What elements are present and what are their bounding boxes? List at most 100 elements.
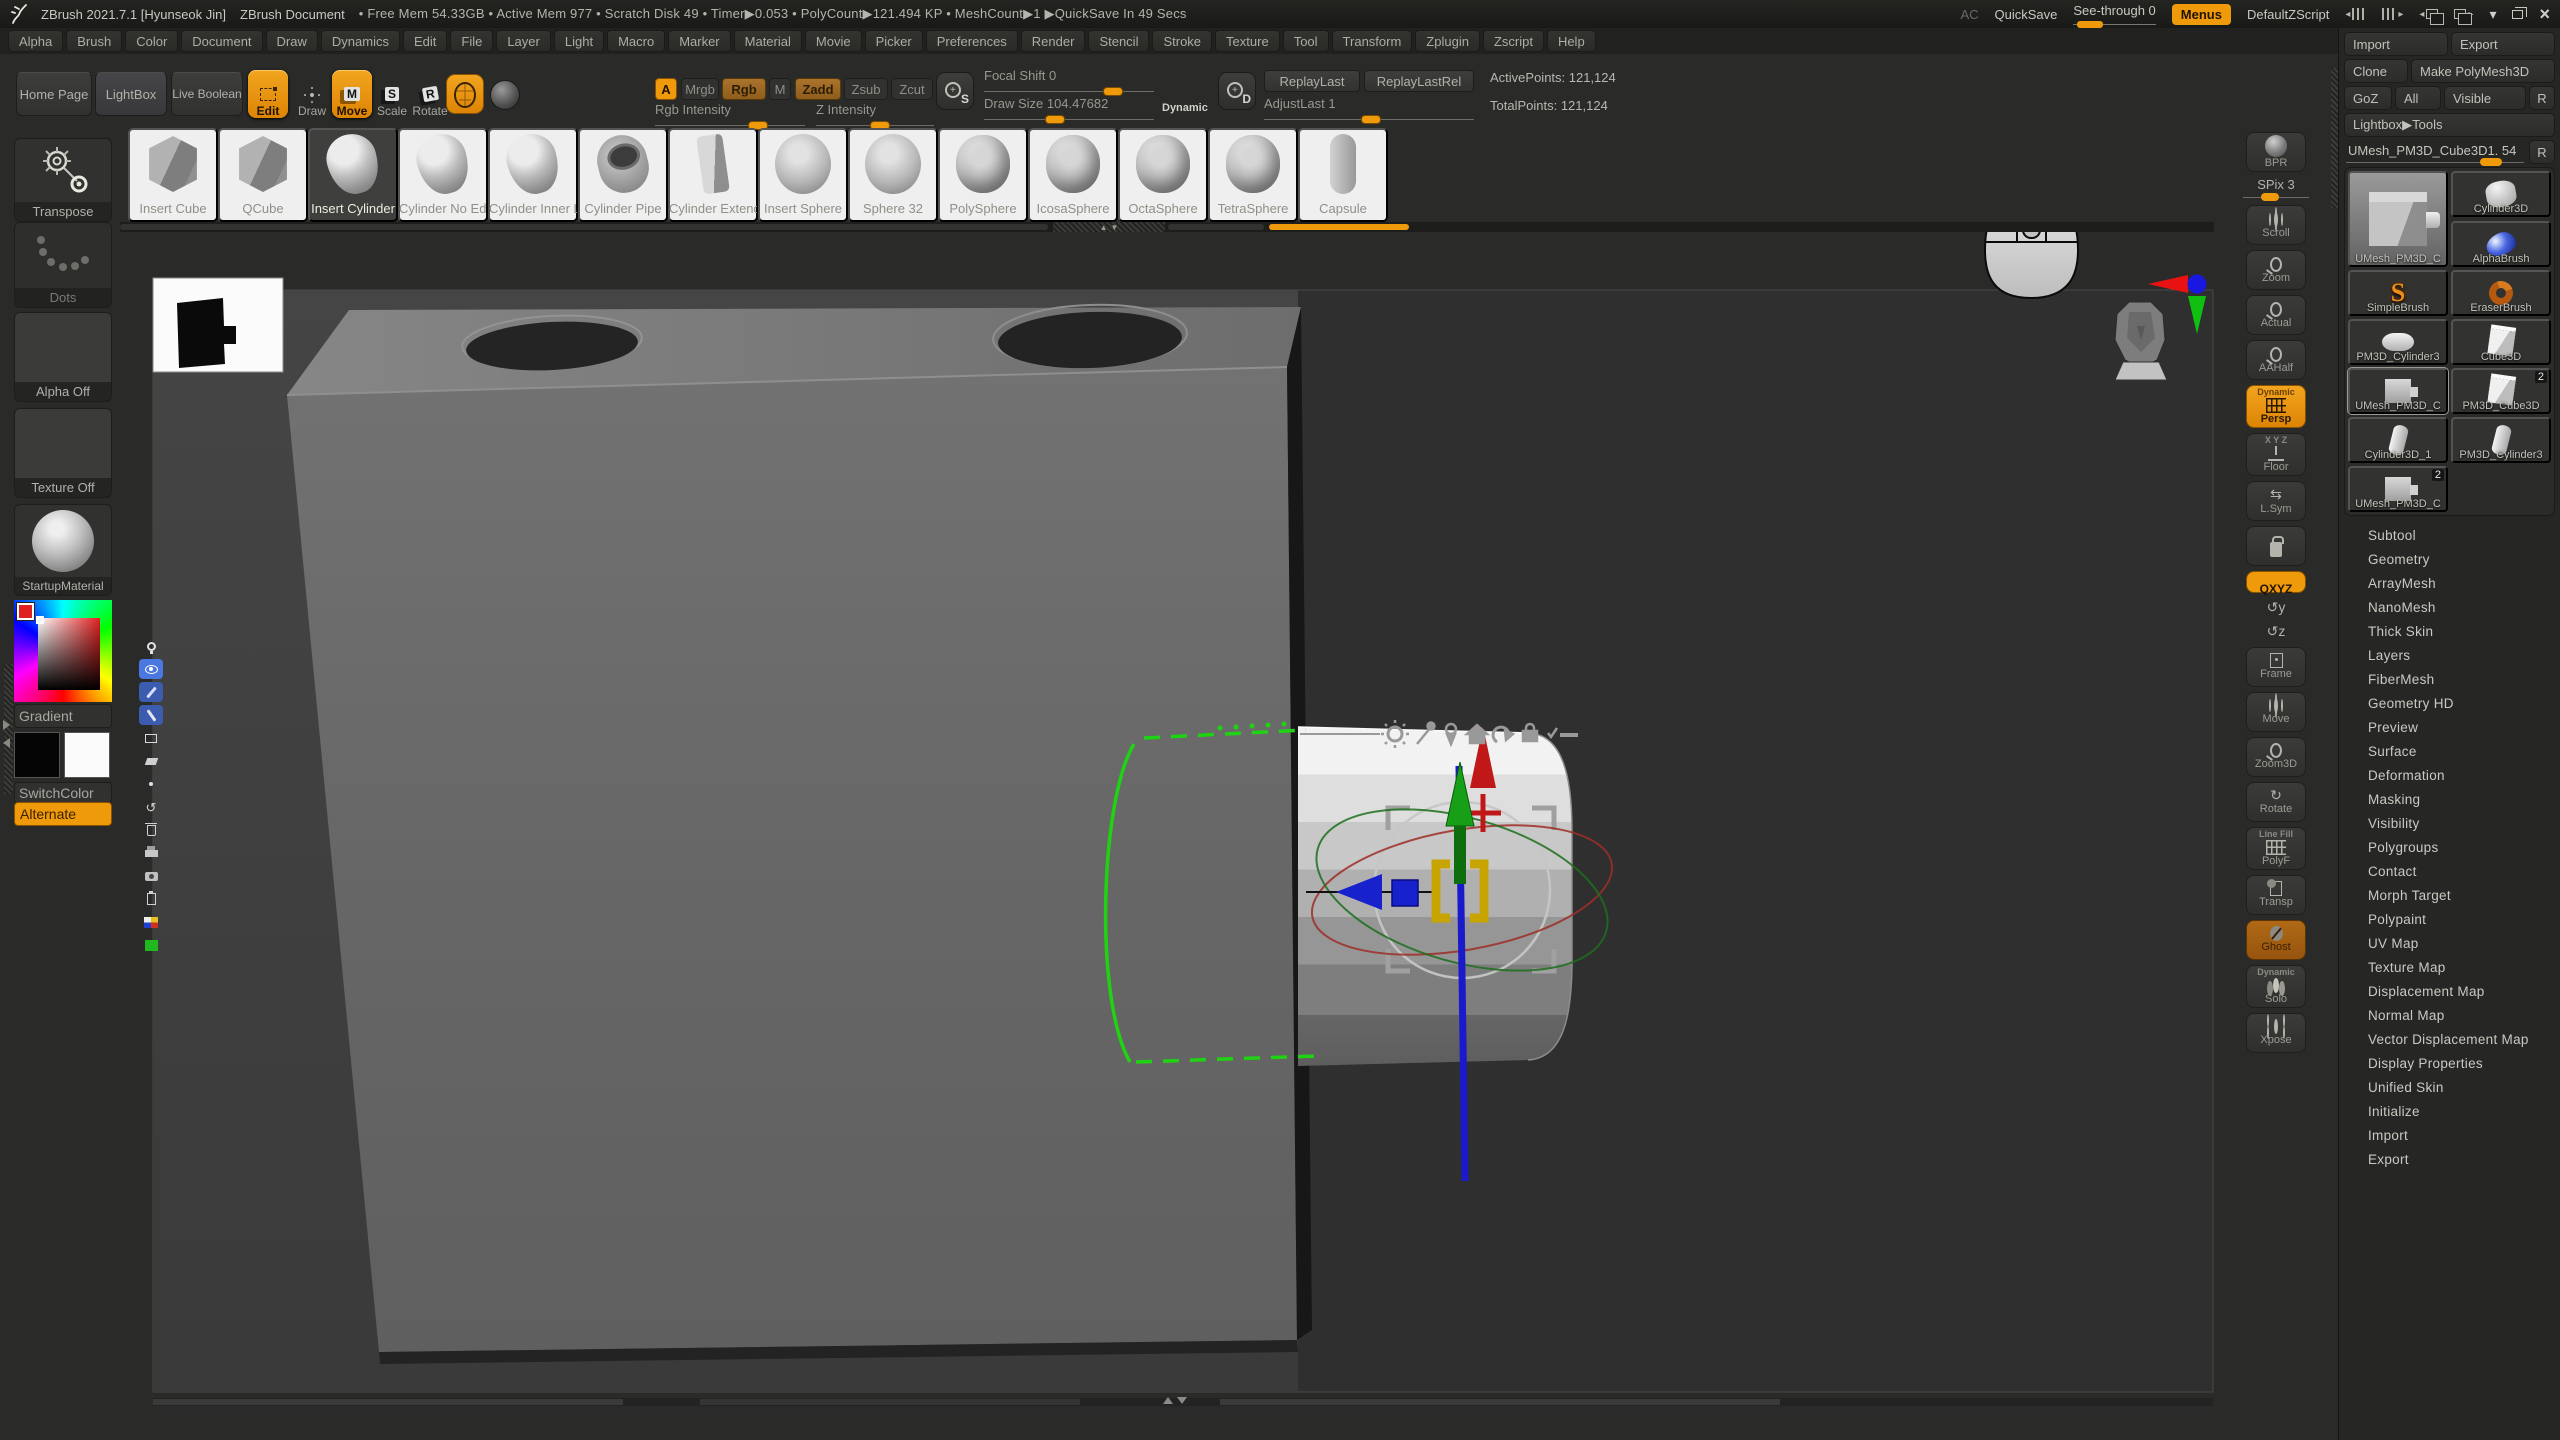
see-through-slider[interactable]: See-through 0	[2073, 3, 2155, 25]
lightbox-button[interactable]: LightBox	[95, 72, 167, 116]
strip-scroll-handle[interactable]: ▲▼	[1053, 222, 1165, 232]
mrgb-button[interactable]: Mrgb	[681, 78, 719, 100]
next-layout-icon[interactable]: ▸	[2454, 9, 2473, 20]
secondary-color-swatch[interactable]	[64, 732, 110, 778]
dynamic-label[interactable]: Dynamic	[1162, 102, 1208, 114]
brush-tile[interactable]: Sphere 32	[848, 128, 938, 222]
brush-tile[interactable]: Insert Cube	[128, 128, 218, 222]
right-rail-button[interactable]: Dynamic Persp	[2246, 385, 2306, 428]
zadd-button[interactable]: Zadd	[795, 78, 841, 100]
tool-menu-item[interactable]: Export	[2344, 1148, 2555, 1172]
menu-item[interactable]: Movie	[805, 30, 862, 52]
eraser-icon[interactable]	[139, 751, 163, 771]
tool-thumbnail[interactable]: PM3D_Cube3D 2	[2451, 368, 2551, 414]
menu-item[interactable]: Layer	[496, 30, 551, 52]
menu-item[interactable]: Draw	[266, 30, 318, 52]
brush-tile[interactable]: Capsule	[1298, 128, 1388, 222]
close-button[interactable]: ×	[2539, 5, 2550, 23]
tool-thumbnail[interactable]: PM3D_Cylinder3	[2451, 417, 2551, 463]
switch-color-button[interactable]: SwitchColor	[14, 782, 112, 804]
lightbulb-icon[interactable]	[139, 636, 163, 656]
tool-menu-item[interactable]: Texture Map	[2344, 956, 2555, 980]
right-rail-button[interactable]: Xpose	[2246, 1013, 2306, 1053]
tool-menu-item[interactable]: Import	[2344, 1124, 2555, 1148]
right-rail-button[interactable]: Move	[2246, 692, 2306, 732]
tool-menu-item[interactable]: Contact	[2344, 860, 2555, 884]
rotate-mode-button[interactable]: R Rotate	[410, 70, 450, 118]
brush-tile[interactable]: Cylinder No Edg	[398, 128, 488, 222]
tool-import-button[interactable]: Import	[2344, 32, 2448, 56]
adjust-last-slider[interactable]: AdjustLast 1	[1264, 96, 1474, 122]
tool-menu-item[interactable]: Initialize	[2344, 1100, 2555, 1124]
zsub-button[interactable]: Zsub	[844, 78, 888, 100]
right-rail-button[interactable]: ↻ Rotate	[2246, 782, 2306, 822]
tool-menu-item[interactable]: Morph Target	[2344, 884, 2555, 908]
goz-visible-button[interactable]: Visible	[2444, 86, 2526, 110]
menu-item[interactable]: Transform	[1332, 30, 1413, 52]
tool-thumbnail[interactable]: UMesh_PM3D_C 2	[2348, 466, 2448, 512]
printer-icon[interactable]	[139, 843, 163, 863]
tool-menu-item[interactable]: Geometry	[2344, 548, 2555, 572]
right-rail-button[interactable]: Dynamic Solo	[2246, 965, 2306, 1008]
tool-menu-item[interactable]: Polypaint	[2344, 908, 2555, 932]
replay-last-rel-button[interactable]: ReplayLastRel	[1364, 70, 1474, 92]
menu-item[interactable]: Preferences	[926, 30, 1018, 52]
viewport-canvas[interactable]	[120, 232, 2214, 1440]
camera-icon[interactable]	[139, 866, 163, 886]
draw-size-slider[interactable]: Draw Size 104.47682	[984, 96, 1154, 122]
tool-menu-item[interactable]: Surface	[2344, 740, 2555, 764]
right-rail-button[interactable]: Transp	[2246, 875, 2306, 915]
tray-close-arrow-icon[interactable]	[3, 738, 10, 748]
brush-tile[interactable]: Cylinder Pipe	[578, 128, 668, 222]
menu-item[interactable]: Stencil	[1088, 30, 1149, 52]
rgb-intensity-slider[interactable]: Rgb Intensity	[655, 102, 805, 128]
right-rail-button[interactable]: ↺y	[2246, 598, 2306, 617]
frame-icon[interactable]	[139, 728, 163, 748]
sculptris-pro-button[interactable]	[446, 74, 484, 114]
right-rail-button[interactable]: Line Fill PolyF	[2246, 827, 2306, 870]
tool-menu-item[interactable]: Deformation	[2344, 764, 2555, 788]
make-polymesh3d-button[interactable]: Make PolyMesh3D	[2411, 59, 2555, 83]
tool-selector-slider[interactable]: UMesh_PM3D_Cube3D1. 54	[2344, 140, 2526, 164]
stroke-picker-button[interactable]: +S	[936, 72, 974, 110]
main-color-swatch[interactable]	[14, 732, 60, 778]
tool-r-button[interactable]: R	[2529, 140, 2555, 164]
tool-menu-item[interactable]: Visibility	[2344, 812, 2555, 836]
goz-all-button[interactable]: All	[2395, 86, 2441, 110]
right-rail-button[interactable]: X Y Z Floor	[2246, 433, 2306, 476]
gradient-button[interactable]: Gradient	[14, 704, 112, 728]
left-tray-toggle-icon[interactable]: ◂	[2345, 8, 2366, 20]
menu-item[interactable]: Help	[1547, 30, 1596, 52]
sv-selector[interactable]	[36, 616, 44, 624]
current-tool-thumbnail[interactable]: UMesh_PM3D_C	[2348, 171, 2448, 267]
material-sphere-icon[interactable]	[490, 80, 520, 110]
tool-menu-item[interactable]: Thick Skin	[2344, 620, 2555, 644]
undo-icon[interactable]: ↺	[139, 797, 163, 817]
default-zscript-label[interactable]: DefaultZScript	[2247, 7, 2329, 22]
tool-thumbnail[interactable]: Cylinder3D	[2451, 171, 2551, 217]
brush-tile[interactable]: Insert Cylinder	[308, 128, 398, 222]
tool-export-button[interactable]: Export	[2451, 32, 2555, 56]
alternate-button[interactable]: Alternate	[14, 802, 112, 826]
z-intensity-slider[interactable]: Z Intensity	[816, 102, 934, 128]
menu-item[interactable]: Material	[734, 30, 802, 52]
home-page-button[interactable]: Home Page	[16, 72, 92, 116]
brush-tile[interactable]: Insert Sphere	[758, 128, 848, 222]
tool-menu-item[interactable]: FiberMesh	[2344, 668, 2555, 692]
tray-open-arrow-icon[interactable]	[3, 720, 10, 730]
right-rail-button[interactable]: ↺z	[2246, 622, 2306, 641]
menu-item[interactable]: Light	[554, 30, 604, 52]
tool-thumbnail[interactable]: UMesh_PM3D_C	[2348, 368, 2448, 414]
tool-menu-item[interactable]: Vector Displacement Map	[2344, 1028, 2555, 1052]
tool-menu-item[interactable]: ArrayMesh	[2344, 572, 2555, 596]
edit-mode-button[interactable]: Edit	[248, 70, 288, 118]
right-rail-button[interactable]: QXYZ	[2246, 571, 2306, 593]
alpha-selector-button[interactable]: Alpha Off	[14, 312, 112, 402]
scale-mode-button[interactable]: S Scale	[372, 70, 412, 118]
right-rail-button[interactable]: Zoom	[2246, 250, 2306, 290]
right-rail-button[interactable]: Scroll	[2246, 205, 2306, 245]
menu-item[interactable]: Tool	[1283, 30, 1329, 52]
tool-thumbnail[interactable]: S SimpleBrush	[2348, 270, 2448, 316]
stroke-dots-button[interactable]: Dots	[14, 222, 112, 308]
brush-tile[interactable]: TetraSphere	[1208, 128, 1298, 222]
